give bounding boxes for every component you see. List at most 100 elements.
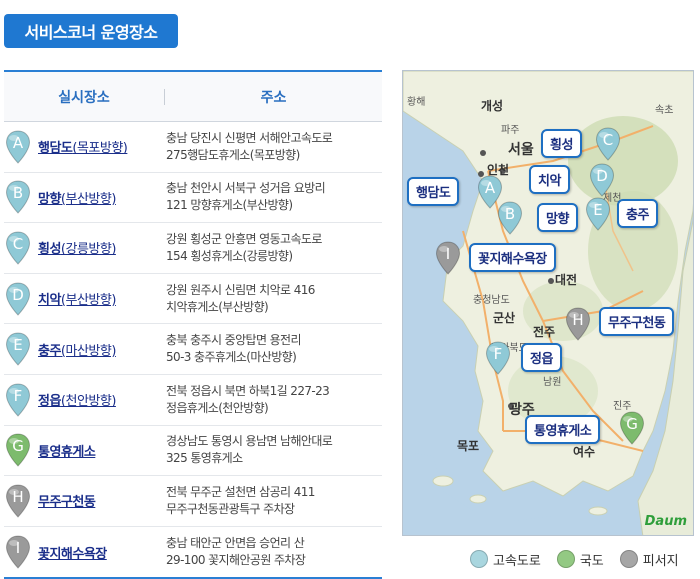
place-direction: (천안방향) [60,394,116,410]
marker-letter: B [504,205,516,223]
legend-label: 피서지 [642,553,679,569]
map-label-a[interactable]: 행담도 [407,177,460,206]
place-link[interactable]: 꽃지해수욕장 [38,543,166,562]
address-line-1: 충남 당진시 신평면 서해안고속도로 [166,130,333,145]
list-header: 실시장소 주소 [4,72,382,122]
map-legend: 고속도로 국도 피서지 [470,548,679,570]
mountain-gangwon [568,116,678,206]
location-pin-icon: A [5,130,31,164]
list-item: G 통영휴게소 경상남도 통영시 용남면 남해안대로 325 통영휴게소 [4,426,382,477]
map-marker-f[interactable]: F [485,341,511,375]
marker-letter: D [596,167,608,185]
pin-letter: G [12,437,24,456]
marker-letter: F [493,345,503,363]
city-paju: 파주 [501,125,520,136]
map-label-c[interactable]: 횡성 [541,129,582,158]
place-link[interactable]: 치악(부산방향) [38,289,166,308]
place-address: 충남 당진시 신평면 서해안고속도로 275행담도휴게소(목포방향) [166,130,382,164]
place-name: 횡성 [38,242,61,258]
pin-letter: D [12,285,24,304]
map-marker-e[interactable]: E [585,197,611,231]
location-pin-icon: I [5,535,31,569]
address-line-1: 충남 천안시 서북구 성거읍 요방리 [166,181,326,196]
map-label-b[interactable]: 망향 [537,203,578,232]
place-link[interactable]: 통영휴게소 [38,441,166,460]
map-label-i[interactable]: 꽃지해수욕장 [469,243,556,272]
city-daejeon: 대전 [555,273,578,287]
list-item: E 충주(마산방향) 충북 충주시 중앙탑면 용전리 50-3 충주휴게소(마산방향) [4,324,382,375]
map-marker-h[interactable]: H [565,307,591,341]
list-item: B 망향(부산방향) 충남 천안시 서북구 성거읍 요방리 121 망향휴게소(부산방… [4,173,382,224]
daum-logo: Daum [644,514,687,529]
city-yeosu: 여수 [573,445,596,459]
location-pin-icon: C [5,231,31,265]
map-marker-b[interactable]: B [497,201,523,235]
address-line-2: 29-100 꽃지해안공원 주차장 [166,553,306,568]
map-marker-d[interactable]: D [589,163,615,197]
map-label-d[interactable]: 치악 [529,165,570,194]
marker-letter: A [484,179,496,197]
location-pin-icon: F [5,383,31,417]
marker-letter: H [572,311,584,329]
marker-letter: E [593,201,603,219]
city-mokpo: 목포 [457,439,480,453]
marker-letter: I [445,245,451,263]
place-name: 꽃지해수욕장 [38,546,107,562]
place-address: 충남 태안군 안면읍 승언리 산 29-100 꽃지해안공원 주차장 [166,535,382,569]
place-address: 전북 무주군 설천면 삼공리 411 무주구천동관광특구 주차장 [166,484,382,518]
place-address: 강원 횡성군 안흥면 영동고속도로 154 횡성휴게소(강릉방향) [166,231,382,265]
pin-letter: A [12,133,24,152]
place-address: 경상남도 통영시 용남면 남해안대로 325 통영휴게소 [166,433,382,467]
address-line-1: 충남 태안군 안면읍 승언리 산 [166,536,305,551]
region-chungnam: 충청남도 [473,295,510,306]
place-link[interactable]: 충주(마산방향) [38,340,166,359]
map-marker-c[interactable]: C [595,127,621,161]
map-label-g[interactable]: 통영휴게소 [525,415,601,444]
place-direction: (마산방향) [60,343,116,359]
legend-resort-icon [619,550,638,568]
map-label-f[interactable]: 정읍 [521,343,562,372]
address-line-1: 강원 원주시 신림면 치악로 416 [166,282,315,297]
place-link[interactable]: 망향(부산방향) [38,188,166,207]
address-line-2: 50-3 충주휴게소(마산방향) [166,350,297,365]
city-sokcho: 속초 [655,105,674,116]
pin-letter: I [15,539,21,558]
place-link[interactable]: 행담도(목포방향) [38,137,166,156]
place-direction: (강릉방향) [60,242,116,258]
sea-west [403,211,438,311]
address-line-1: 강원 횡성군 안흥면 영동고속도로 [166,231,322,246]
map-marker-g[interactable]: G [619,411,645,445]
place-link[interactable]: 무주구천동 [38,491,166,510]
address-line-2: 154 횡성휴게소(강릉방향) [166,248,293,263]
location-pin-icon: H [5,484,31,518]
place-link[interactable]: 횡성(강릉방향) [38,238,166,257]
page-title: 서비스코너 운영장소 [4,14,178,48]
place-direction: (부산방향) [60,293,116,309]
pin-letter: B [12,184,24,203]
map-label-h[interactable]: 무주구천동 [599,307,675,336]
place-name: 충주 [38,343,61,359]
place-name: 무주구천동 [38,495,96,511]
map-marker-i[interactable]: I [435,241,461,275]
address-line-2: 325 통영휴게소 [166,451,243,466]
marker-letter: C [602,131,614,149]
region-hwanghae: 황해 [407,97,426,108]
legend-highway-icon [470,550,488,568]
location-pin-icon: G [5,433,31,468]
legend-item-highway: 고속도로 [470,550,541,569]
place-link[interactable]: 정읍(천안방향) [38,390,166,409]
marker-letter: G [626,415,638,433]
pin-letter: C [12,234,24,253]
address-line-2: 275행담도휴게소(목포방향) [166,147,300,162]
island [432,475,454,487]
header-place: 실시장소 [58,89,110,106]
pin-letter: F [13,386,23,405]
city-namwon: 남원 [543,377,562,388]
pin-letter: E [13,336,23,355]
address-line-1: 경상남도 통영시 용남면 남해안대로 [166,434,333,449]
address-line-2: 121 망향휴게소(부산방향) [166,198,293,213]
place-name: 정읍 [38,394,61,410]
map[interactable]: 개성 서울 파주 인천 황해 속초 제천 대전 충청남도 군산 전주 전라북도 … [402,70,694,536]
place-direction: (부산방향) [60,191,116,207]
map-label-e[interactable]: 충주 [617,199,658,228]
